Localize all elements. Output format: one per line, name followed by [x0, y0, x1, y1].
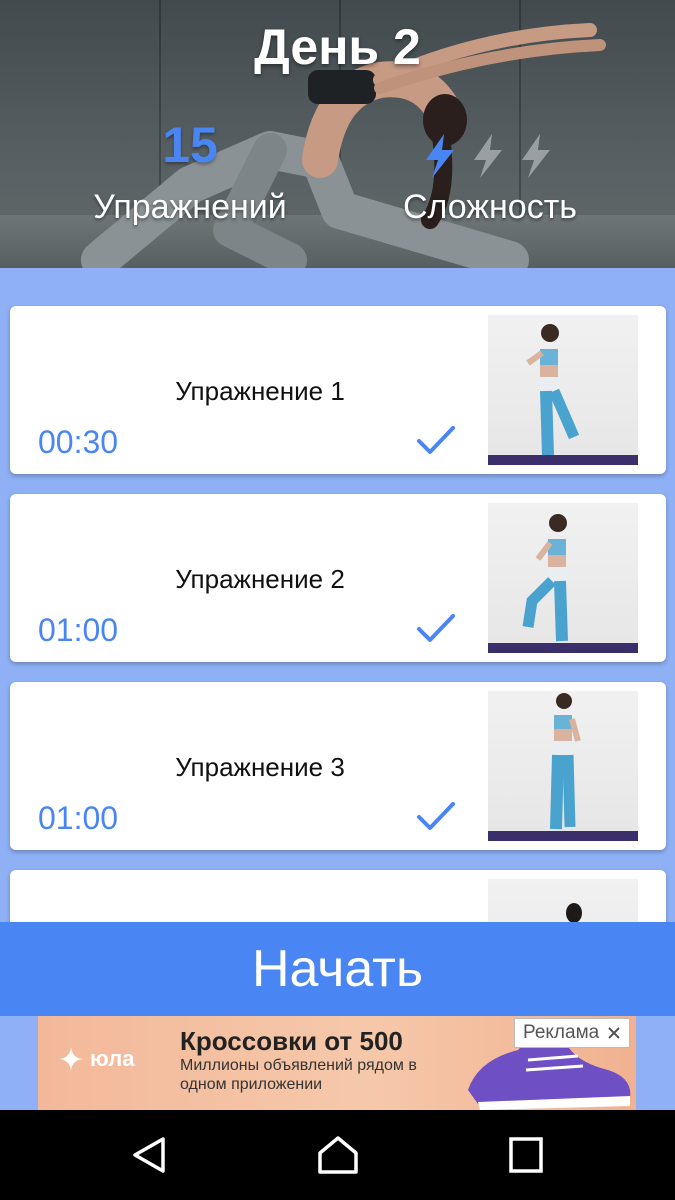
ad-brand-logo: юла: [58, 1046, 134, 1072]
check-icon: [417, 426, 455, 454]
back-icon[interactable]: [125, 1135, 175, 1175]
check-icon: [417, 614, 455, 642]
exercise-title: Упражнение 2: [175, 564, 345, 594]
sparkle-icon: [59, 1047, 83, 1071]
exercise-title: Упражнение 3: [175, 752, 345, 782]
exercise-card[interactable]: Упражнение 1 00:30: [10, 306, 666, 474]
lightning-icon: [522, 134, 550, 178]
exercise-thumbnail: [488, 691, 638, 841]
ad-brand-name: юла: [90, 1046, 135, 1071]
ad-container: юла Кроссовки от 500 Миллионы объявлений…: [0, 1016, 675, 1110]
ad-banner[interactable]: юла Кроссовки от 500 Миллионы объявлений…: [38, 1016, 636, 1110]
exercise-thumbnail: [488, 503, 638, 653]
ad-headline: Кроссовки от 500: [180, 1026, 403, 1056]
lightning-icon: [426, 134, 454, 178]
exercise-list[interactable]: Упражнение 1 00:30 Упражнение 2 01:00 Уп…: [0, 268, 675, 922]
exercise-thumbnail: [488, 315, 638, 465]
ad-subtext: Миллионы объявлений рядом в одном прилож…: [180, 1057, 417, 1093]
difficulty-label: Сложность: [402, 188, 578, 226]
difficulty-rating: [420, 132, 556, 180]
exercise-title: Упражнение 1: [175, 376, 345, 406]
day-title: День 2: [254, 19, 421, 75]
exercise-duration: 00:30: [38, 424, 119, 460]
home-icon[interactable]: [313, 1135, 363, 1175]
exercise-figure-image: [488, 324, 638, 465]
exercise-figure-image: [488, 693, 638, 841]
exercise-card[interactable]: Упражнение 3 01:00: [10, 682, 666, 850]
workout-header: День 2 15 Упражнений Сложность: [0, 0, 675, 268]
recents-icon[interactable]: [500, 1135, 550, 1175]
check-icon: [417, 802, 455, 830]
exercise-figure-image: [566, 903, 582, 922]
exercise-figure-image: [488, 514, 638, 653]
exercise-duration: 01:00: [38, 612, 119, 648]
exercise-card[interactable]: [10, 870, 666, 922]
lightning-icon: [474, 134, 502, 178]
exercise-card[interactable]: Упражнение 2 01:00: [10, 494, 666, 662]
start-button[interactable]: Начать: [0, 922, 675, 1016]
ad-badge-label: Реклама: [523, 1022, 600, 1043]
close-icon[interactable]: [607, 1026, 621, 1040]
exercise-count: 15: [162, 117, 218, 173]
system-navigation-bar: [0, 1110, 675, 1200]
exercise-count-label: Упражнений: [93, 188, 287, 226]
ad-badge[interactable]: Реклама: [514, 1018, 631, 1048]
exercise-duration: 01:00: [38, 800, 119, 836]
exercise-thumbnail: [488, 879, 638, 922]
